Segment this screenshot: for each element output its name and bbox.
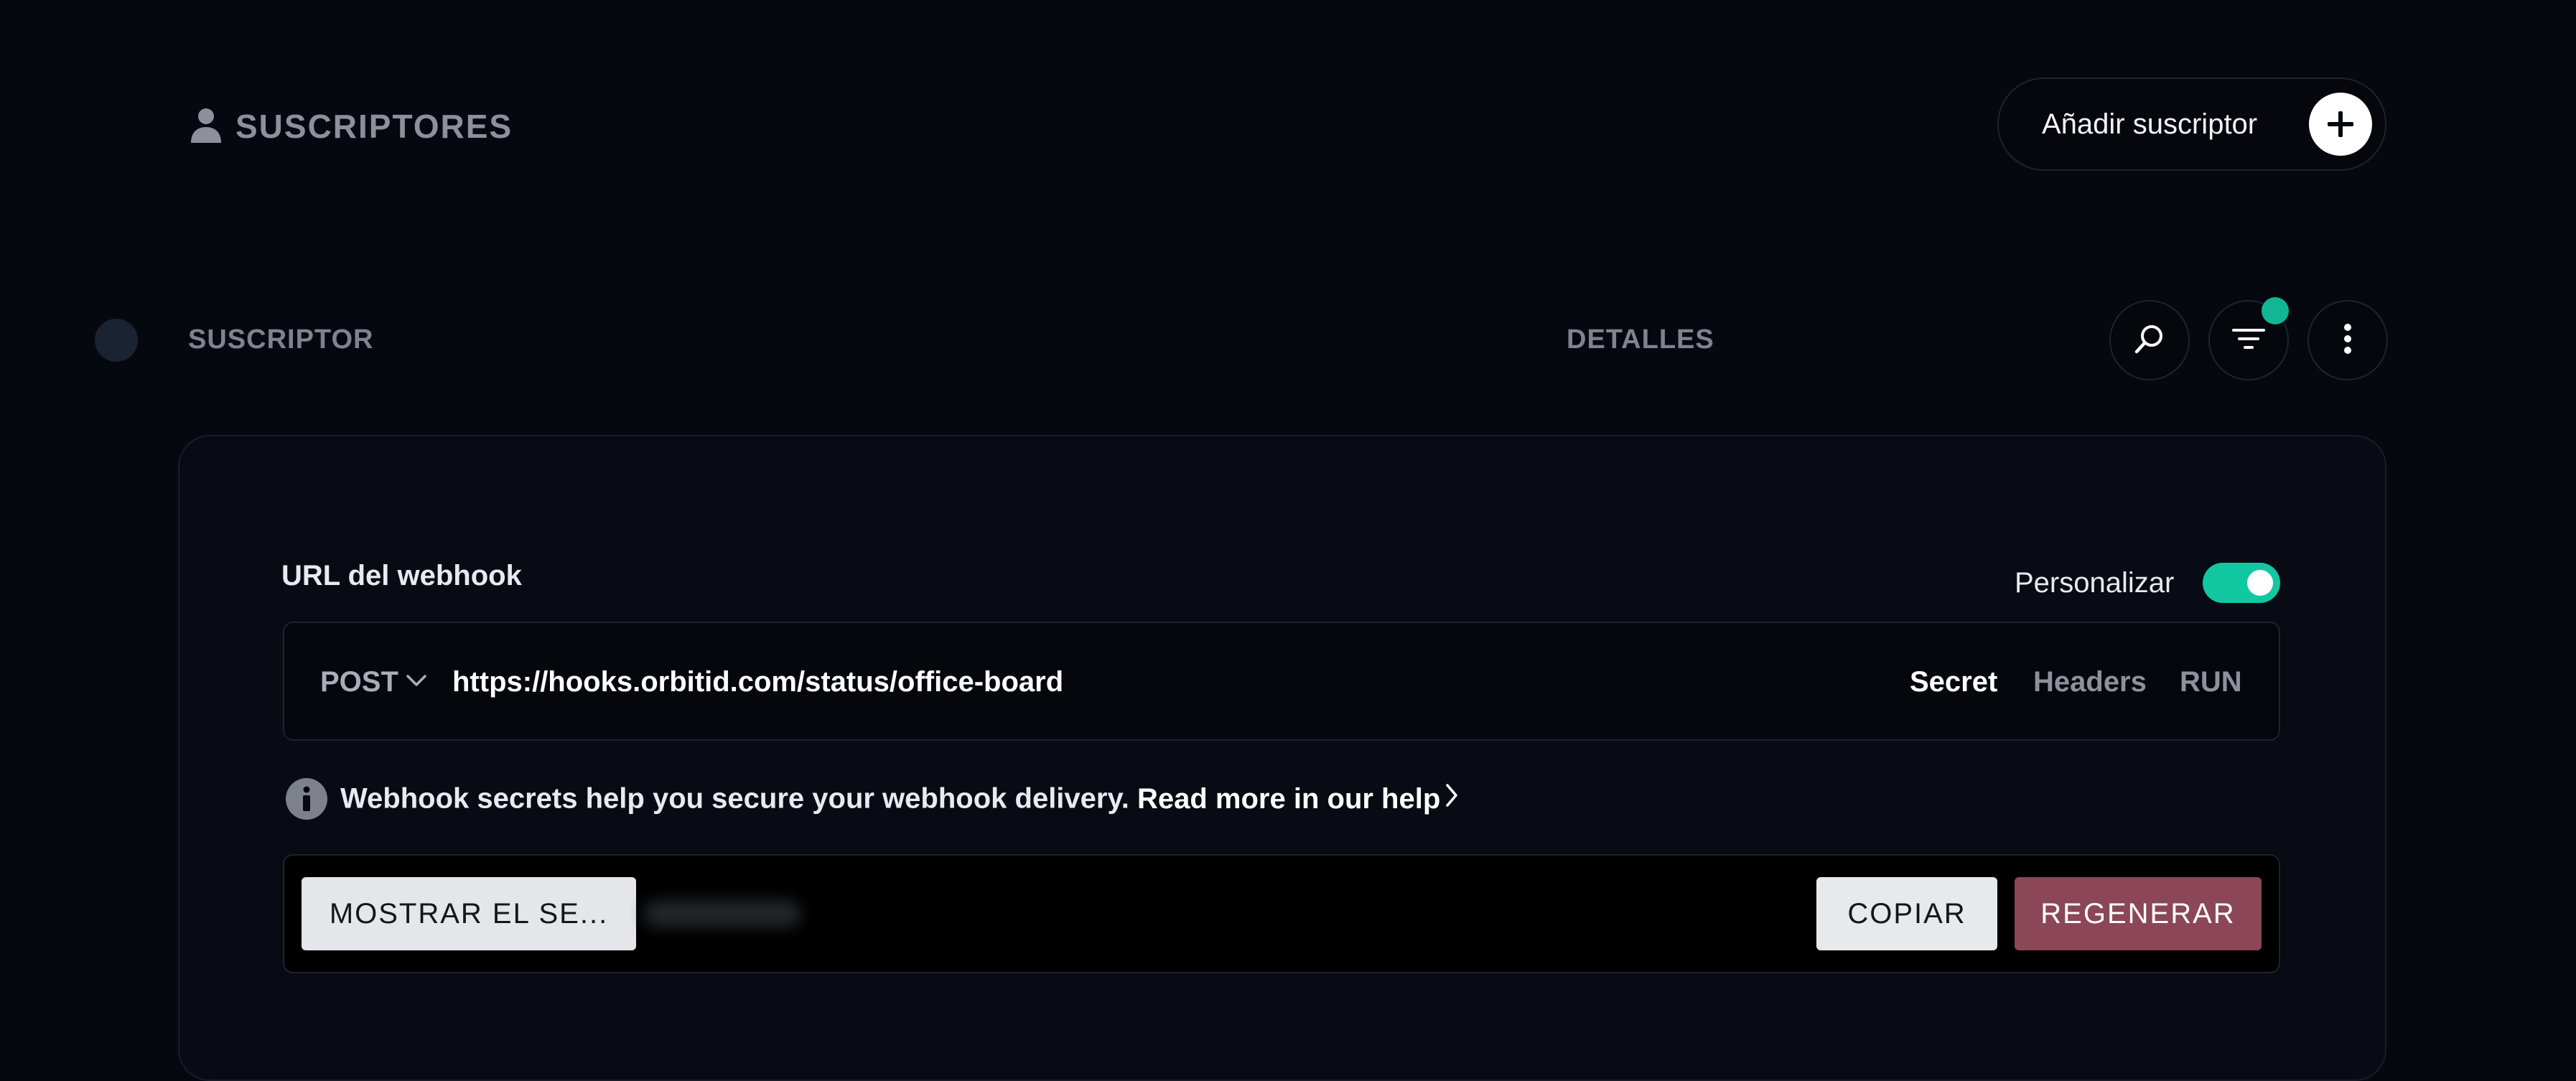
hidden-secret-value bbox=[643, 900, 801, 927]
chevron-right-icon bbox=[1445, 782, 1459, 815]
page-title: SUSCRIPTORES bbox=[235, 108, 513, 145]
http-method-select[interactable]: POST bbox=[320, 666, 427, 698]
help-link[interactable]: Read more in our help bbox=[1137, 782, 1459, 815]
filter-active-badge bbox=[2262, 297, 2289, 324]
webhook-url-label: URL del webhook bbox=[281, 560, 522, 591]
toggle-knob bbox=[2247, 570, 2273, 596]
tab-headers[interactable]: Headers bbox=[2033, 666, 2147, 698]
tab-run[interactable]: RUN bbox=[2180, 666, 2242, 698]
help-link-label: Read more in our help bbox=[1137, 782, 1441, 815]
webhook-url-input[interactable]: https://hooks.orbitid.com/status/office-… bbox=[452, 666, 1063, 698]
subscriber-detail-card bbox=[178, 435, 2386, 1081]
copy-button[interactable]: COPIAR bbox=[1816, 877, 1997, 950]
search-button[interactable] bbox=[2109, 300, 2190, 380]
select-all-checkbox[interactable] bbox=[95, 319, 138, 362]
column-header-subscriber[interactable]: SUSCRIPTOR bbox=[188, 324, 373, 355]
show-secret-button[interactable]: MOSTRAR EL SE... bbox=[302, 877, 636, 950]
customize-label: Personalizar bbox=[2015, 567, 2175, 599]
column-header-details[interactable]: DETALLES bbox=[1567, 324, 1714, 355]
chevron-down-icon bbox=[406, 673, 427, 691]
filter-icon bbox=[2231, 326, 2267, 355]
add-subscriber-button[interactable]: Añadir suscriptor bbox=[1997, 78, 2386, 171]
secret-info-row: Webhook secrets help you secure your web… bbox=[286, 778, 1459, 820]
more-options-button[interactable] bbox=[2307, 300, 2388, 380]
customize-toggle[interactable] bbox=[2203, 563, 2280, 603]
http-method-value: POST bbox=[320, 666, 398, 698]
more-vertical-icon bbox=[2343, 323, 2353, 358]
search-icon bbox=[2133, 322, 2166, 359]
info-icon bbox=[286, 778, 327, 820]
tab-secret[interactable]: Secret bbox=[1910, 666, 1997, 698]
person-icon bbox=[190, 107, 223, 146]
regenerate-button[interactable]: REGENERAR bbox=[2015, 877, 2262, 950]
page-header: SUSCRIPTORES bbox=[190, 105, 513, 148]
plus-icon bbox=[2309, 93, 2372, 156]
add-subscriber-label: Añadir suscriptor bbox=[2042, 108, 2258, 140]
secret-info-text: Webhook secrets help you secure your web… bbox=[340, 782, 1129, 815]
